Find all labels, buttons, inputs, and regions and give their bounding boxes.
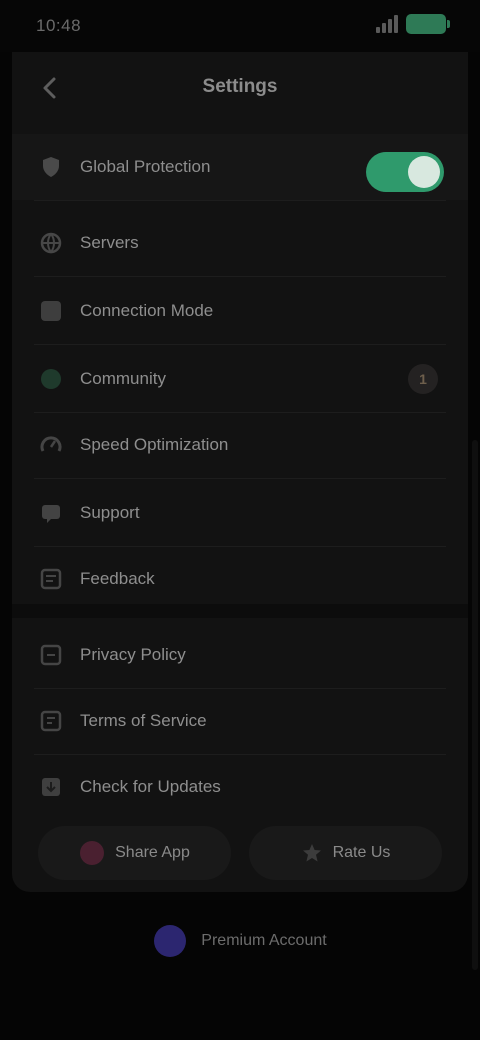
battery-icon [406, 14, 450, 34]
globe-icon [38, 230, 64, 256]
update-icon [38, 774, 64, 800]
divider [34, 344, 446, 345]
settings-row-speed-optimization[interactable]: Speed Optimization [12, 412, 468, 478]
status-time: 10:48 [36, 16, 82, 35]
settings-row-community[interactable]: Community 1 [12, 346, 468, 412]
rate-us-button[interactable]: Rate Us [249, 826, 442, 880]
settings-row-label: Speed Optimization [80, 435, 229, 454]
settings-row-support[interactable]: Support [12, 480, 468, 546]
premium-account-label: Premium Account [201, 932, 327, 949]
settings-row-servers[interactable]: Servers [12, 210, 468, 276]
settings-row-feedback[interactable]: Feedback [12, 546, 468, 612]
premium-account-link[interactable]: Premium Account [0, 916, 480, 966]
settings-row-check-for-updates[interactable]: Check for Updates [12, 754, 468, 820]
settings-row-label: Support [80, 503, 140, 522]
settings-panel: Settings Global Protection Servers Conne… [12, 52, 468, 892]
rate-us-label: Rate Us [332, 844, 391, 861]
settings-row-label: Check for Updates [80, 777, 221, 796]
settings-row-label: Community [80, 369, 166, 388]
panel-header: Settings [12, 52, 468, 124]
settings-row-label: Privacy Policy [80, 645, 186, 664]
speed-icon [38, 432, 64, 458]
divider [34, 478, 446, 479]
feedback-icon [38, 566, 64, 592]
settings-row-connection-mode[interactable]: Connection Mode [12, 278, 468, 344]
settings-row-global-protection[interactable]: Global Protection [12, 134, 468, 200]
settings-row-terms-of-service[interactable]: Terms of Service [12, 688, 468, 754]
status-bar: 10:48 [0, 0, 480, 52]
star-icon [302, 844, 321, 862]
community-icon [38, 366, 64, 392]
settings-row-privacy-policy[interactable]: Privacy Policy [12, 622, 468, 688]
shield-icon [38, 154, 64, 180]
terms-icon [38, 708, 64, 734]
page-title: Settings [202, 76, 278, 97]
share-app-label: Share App [115, 844, 190, 861]
privacy-icon [38, 642, 64, 668]
share-heart-icon [80, 841, 105, 865]
global-protection-toggle[interactable] [366, 152, 444, 192]
toggle-knob [408, 156, 440, 188]
divider [34, 200, 446, 201]
mode-icon [38, 298, 64, 324]
scrollbar[interactable] [472, 440, 478, 970]
share-app-button[interactable]: Share App [38, 826, 231, 880]
settings-row-label: Global Protection [80, 157, 211, 176]
settings-row-label: Servers [80, 233, 139, 252]
settings-row-label: Terms of Service [80, 711, 207, 730]
notification-badge: 1 [408, 364, 438, 394]
support-icon [38, 500, 64, 526]
settings-row-label: Feedback [80, 569, 155, 588]
bottom-actions: Share App Rate Us [38, 826, 442, 880]
section-separator [12, 604, 468, 618]
status-icons [376, 14, 450, 34]
settings-row-label: Connection Mode [80, 301, 214, 320]
signal-icon [376, 15, 398, 33]
premium-avatar-icon [154, 925, 187, 957]
divider [34, 276, 446, 277]
